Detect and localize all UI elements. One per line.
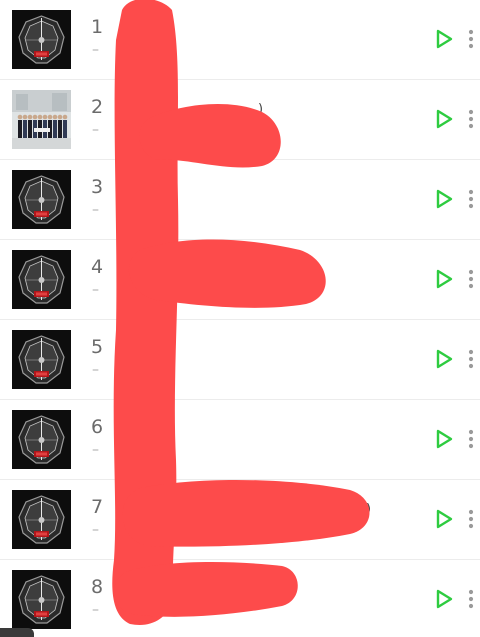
album-art-group-photo	[12, 90, 71, 149]
song-row[interactable]: 8–	[0, 560, 480, 637]
song-row[interactable]: 4 –)	[0, 240, 480, 320]
rank-number: 5	[91, 336, 104, 358]
more-vertical-icon[interactable]	[464, 106, 478, 132]
album-art-emblem	[12, 250, 71, 309]
song-row[interactable]: 1–	[0, 0, 480, 80]
song-row[interactable]: 3–	[0, 160, 480, 240]
rank-change: –	[92, 282, 99, 298]
song-title-fragment: )	[306, 262, 312, 277]
chart-screen: 1–2–) 3–4–) 5–6–7–) 8–	[0, 0, 480, 637]
rank-number: 6	[91, 416, 104, 438]
play-icon[interactable]	[430, 106, 456, 132]
rank-number: 7	[91, 496, 104, 518]
more-vertical-icon[interactable]	[464, 186, 478, 212]
rank-change: –	[92, 602, 99, 618]
album-art-emblem	[12, 170, 71, 229]
play-icon[interactable]	[430, 266, 456, 292]
song-title-fragment: )	[366, 502, 372, 517]
bottom-tab-handle	[0, 628, 34, 637]
rank-number: 8	[91, 576, 104, 598]
rank-change: –	[92, 442, 99, 458]
song-list: 1–2–) 3–4–) 5–6–7–) 8–	[0, 0, 480, 637]
song-row[interactable]: 6–	[0, 400, 480, 480]
rank-number: 1	[91, 16, 104, 38]
rank-change: –	[92, 362, 99, 378]
play-icon[interactable]	[430, 346, 456, 372]
play-icon[interactable]	[430, 26, 456, 52]
album-art-emblem	[12, 490, 71, 549]
rank-change: –	[92, 202, 99, 218]
play-icon[interactable]	[430, 506, 456, 532]
song-row[interactable]: 5–	[0, 320, 480, 400]
rank-change: –	[92, 122, 99, 138]
more-vertical-icon[interactable]	[464, 26, 478, 52]
song-row[interactable]: 7 –)	[0, 480, 480, 560]
album-art-emblem	[12, 330, 71, 389]
play-icon[interactable]	[430, 186, 456, 212]
rank-number: 3	[91, 176, 104, 198]
album-art-emblem	[12, 10, 71, 69]
album-art-emblem	[12, 410, 71, 469]
song-row[interactable]: 2 –)	[0, 80, 480, 160]
rank-number: 2	[91, 96, 104, 118]
album-art-emblem	[12, 570, 71, 629]
more-vertical-icon[interactable]	[464, 346, 478, 372]
more-vertical-icon[interactable]	[464, 426, 478, 452]
more-vertical-icon[interactable]	[464, 506, 478, 532]
play-icon[interactable]	[430, 586, 456, 612]
play-icon[interactable]	[430, 426, 456, 452]
rank-number: 4	[91, 256, 104, 278]
more-vertical-icon[interactable]	[464, 586, 478, 612]
song-title-fragment: )	[258, 102, 264, 117]
rank-change: –	[92, 522, 99, 538]
rank-change: –	[92, 42, 99, 58]
more-vertical-icon[interactable]	[464, 266, 478, 292]
